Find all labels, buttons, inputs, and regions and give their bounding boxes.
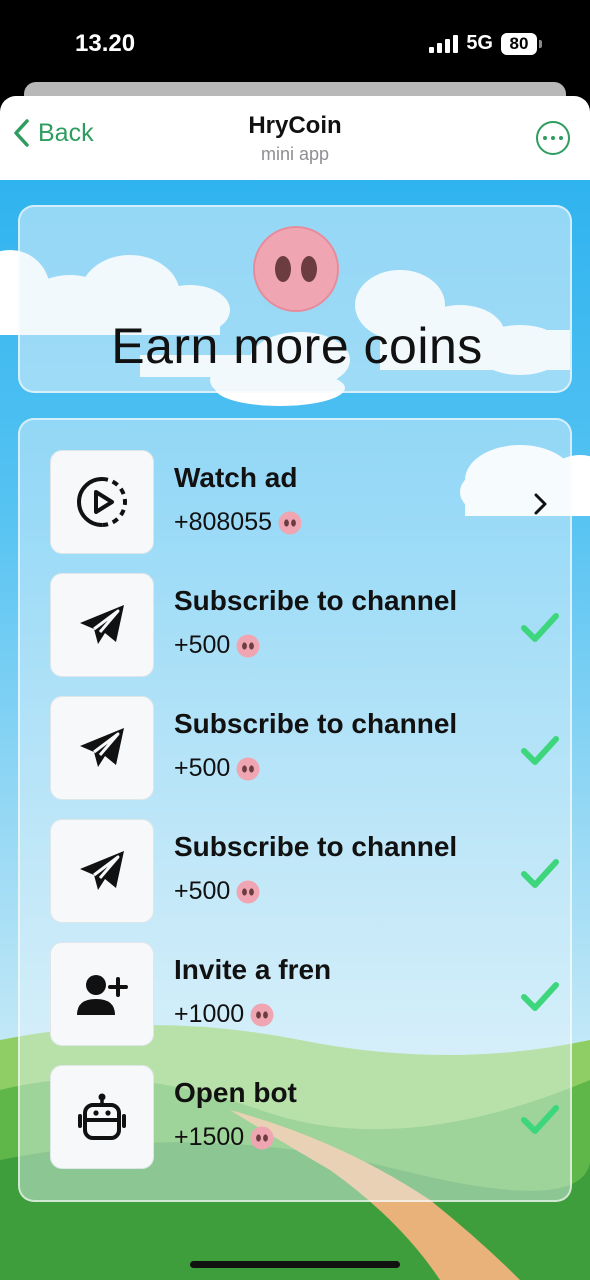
status-time: 13.20 xyxy=(75,30,136,57)
pig-nose-logo-icon xyxy=(253,226,339,312)
reward-amount: +1000 xyxy=(174,1000,245,1028)
network-type: 5G xyxy=(466,32,493,54)
task-icon-box xyxy=(50,942,154,1046)
task-title: Open bot xyxy=(174,1077,297,1108)
mini-app-header: Back HryCoin mini app xyxy=(0,96,590,182)
status-indicators: 5G 80 xyxy=(429,32,542,55)
task-list: Watch ad +808055 Subscribe to channel +5… xyxy=(18,418,572,1202)
task-reward: +1500 xyxy=(174,1123,274,1152)
task-watch-ad[interactable]: Watch ad +808055 xyxy=(50,450,560,556)
telegram-icon xyxy=(80,728,124,767)
reward-amount: +500 xyxy=(174,877,231,905)
reward-amount: +500 xyxy=(174,631,231,659)
checkmark-icon xyxy=(520,730,560,770)
task-icon-box xyxy=(50,696,154,800)
robot-icon xyxy=(78,1093,126,1140)
reward-amount: +500 xyxy=(174,754,231,782)
app-subtitle: mini app xyxy=(260,144,330,164)
header-card: Earn more coins xyxy=(18,205,572,393)
telegram-icon xyxy=(80,605,124,644)
task-invite-friend[interactable]: Invite a fren +1000 xyxy=(50,942,560,1048)
checkmark-icon xyxy=(520,607,560,647)
coin-icon xyxy=(250,1003,274,1026)
task-subscribe-channel[interactable]: Subscribe to channel +500 xyxy=(50,819,560,925)
task-subscribe-channel[interactable]: Subscribe to channel +500 xyxy=(50,696,560,802)
task-open-bot[interactable]: Open bot +1500 xyxy=(50,1065,560,1171)
coin-icon xyxy=(236,880,260,903)
task-reward: +1000 xyxy=(174,1000,274,1029)
app-content: Earn more coins Watch ad +808055 Subscri… xyxy=(0,180,590,1280)
reward-amount: +1500 xyxy=(174,1123,245,1151)
signal-icon xyxy=(429,34,459,53)
task-reward: +500 xyxy=(174,754,260,783)
coin-icon xyxy=(236,634,260,657)
reward-amount: +808055 xyxy=(174,508,273,536)
task-title: Subscribe to channel xyxy=(174,708,458,739)
checkmark-icon xyxy=(520,1099,560,1139)
task-title: Subscribe to channel xyxy=(174,585,458,616)
checkmark-icon xyxy=(520,853,560,893)
checkmark-icon xyxy=(520,976,560,1016)
play-circle-icon xyxy=(77,477,127,527)
task-reward: +500 xyxy=(174,631,260,660)
battery-level: 80 xyxy=(501,32,537,55)
app-title: HryCoin xyxy=(248,112,342,139)
page-title: Earn more coins xyxy=(111,318,483,374)
coin-icon xyxy=(250,1126,274,1149)
task-icon-box xyxy=(50,819,154,923)
battery-icon: 80 xyxy=(501,32,542,55)
coin-icon xyxy=(236,757,260,780)
task-title: Subscribe to channel xyxy=(174,831,458,862)
task-title: Watch ad xyxy=(174,462,298,493)
task-title: Invite a fren xyxy=(174,954,332,985)
add-user-icon xyxy=(77,975,128,1015)
home-indicator[interactable] xyxy=(190,1261,400,1268)
coin-icon xyxy=(278,511,302,534)
task-icon-box xyxy=(50,450,154,554)
task-icon-box xyxy=(50,1065,154,1169)
telegram-icon xyxy=(80,851,124,890)
task-reward: +500 xyxy=(174,877,260,906)
task-icon-box xyxy=(50,573,154,677)
status-bar: 13.20 5G 80 xyxy=(0,0,590,88)
more-options-button[interactable] xyxy=(536,121,570,155)
task-reward: +808055 xyxy=(174,508,302,537)
chevron-right-icon xyxy=(520,484,560,524)
task-subscribe-channel[interactable]: Subscribe to channel +500 xyxy=(50,573,560,679)
